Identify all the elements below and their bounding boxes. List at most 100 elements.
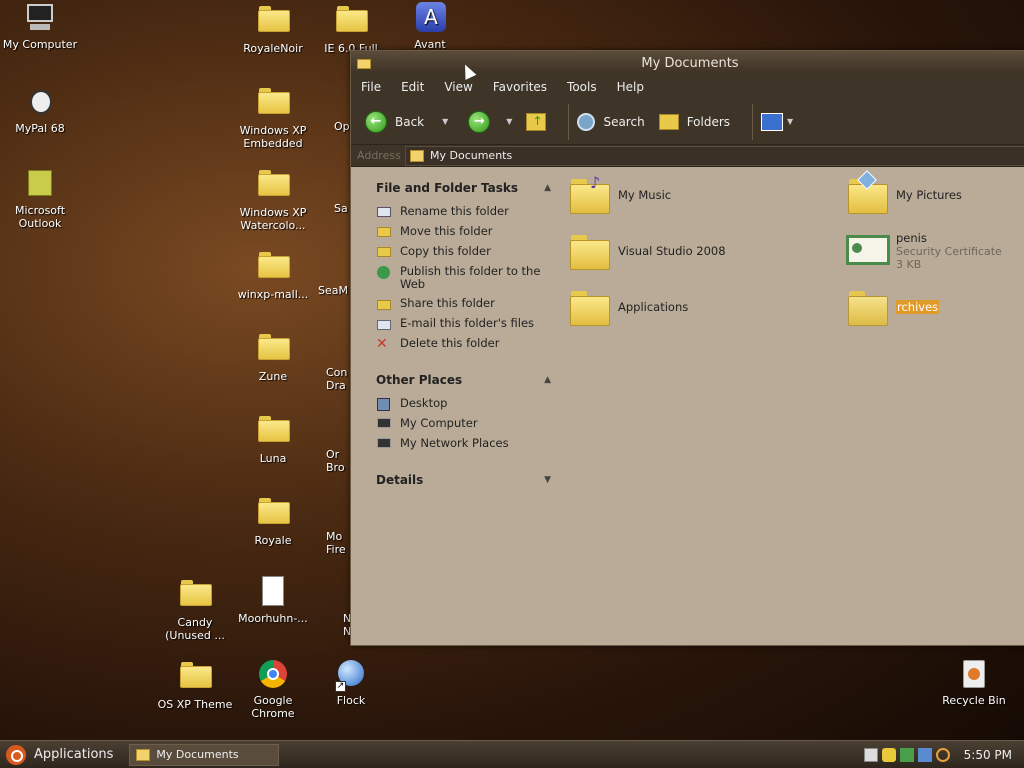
desktop-icon-xp-embedded[interactable]: Windows XP Embedded (235, 84, 311, 150)
music-folder-icon: ♪ (568, 173, 612, 217)
desktop-icon-luna[interactable]: Luna (235, 412, 311, 465)
forward-button[interactable]: → ▼ (462, 110, 512, 133)
back-dropdown-icon[interactable]: ▼ (442, 117, 448, 126)
up-folder-icon: ↑ (526, 112, 547, 131)
file-item-visual-studio[interactable]: Visual Studio 2008 (568, 229, 726, 273)
desktop-icon-outlook[interactable]: Microsoft Outlook (2, 168, 78, 230)
recycle-bin-icon (958, 658, 990, 690)
explorer-window[interactable]: My Documents File Edit View Favorites To… (350, 50, 1024, 646)
shield-icon[interactable] (881, 747, 896, 762)
views-button[interactable]: ▼ (761, 112, 793, 131)
update-icon[interactable] (899, 747, 914, 762)
window-titlebar[interactable]: My Documents (351, 51, 1024, 75)
views-dropdown-icon[interactable]: ▼ (787, 117, 793, 126)
applications-menu-button[interactable]: Applications (0, 741, 113, 768)
desktop-icon-flock[interactable]: ↗ Flock (313, 658, 389, 707)
task-share-folder[interactable]: Share this folder (376, 297, 551, 311)
other-places: Other Places ▲ Desktop My Computer My Ne… (376, 373, 551, 451)
toolbar-separator (752, 103, 754, 140)
desktop-icon-winxp-mall[interactable]: winxp-mall... (235, 248, 311, 301)
desktop-icon-royalenoir[interactable]: RoyaleNoir (235, 2, 311, 55)
desktop-icon-avant[interactable]: A Avant (392, 2, 468, 51)
email-icon (376, 317, 392, 331)
toolbar: ← Back ▼ → ▼ ↑ Search Folders ▼ (351, 99, 1024, 145)
menu-view[interactable]: View (444, 80, 472, 94)
address-bar: Address My Documents (351, 145, 1024, 167)
desktop-icon-chrome[interactable]: Google Chrome (235, 658, 311, 720)
place-network[interactable]: My Network Places (376, 437, 551, 451)
desktop-icon-osxp[interactable]: OS XP Theme (157, 658, 233, 711)
menu-edit[interactable]: Edit (401, 80, 424, 94)
desktop-icon (376, 397, 392, 411)
folders-button[interactable]: Folders (658, 113, 730, 130)
certificate-icon (846, 229, 890, 273)
folder-icon (257, 6, 290, 38)
search-icon (577, 112, 596, 131)
desktop-icon-recycle-bin[interactable]: Recycle Bin (936, 658, 1012, 707)
file-item-archives[interactable]: rchives (846, 285, 940, 329)
forward-dropdown-icon[interactable]: ▼ (506, 117, 512, 126)
desktop-icon-candy[interactable]: Candy (Unused ... (157, 576, 233, 642)
expand-icon[interactable]: ▼ (544, 475, 551, 485)
file-item-my-music[interactable]: ♪ My Music (568, 173, 671, 217)
search-icon[interactable] (935, 747, 950, 762)
back-arrow-icon: ← (365, 110, 387, 133)
forward-arrow-icon: → (468, 110, 491, 133)
back-button[interactable]: ← Back ▼ (365, 110, 448, 133)
file-item-my-pictures[interactable]: My Pictures (846, 170, 962, 217)
up-folder-button[interactable]: ↑ (526, 112, 547, 131)
folder-icon (179, 580, 212, 612)
task-delete-folder[interactable]: ✕ Delete this folder (376, 337, 551, 352)
outlook-icon (24, 168, 56, 200)
copy-icon (376, 245, 392, 259)
task-rename-folder[interactable]: Rename this folder (376, 205, 551, 219)
folder-icon (410, 149, 424, 162)
folder-icon (257, 170, 290, 202)
desktop-icon-royale[interactable]: Royale (235, 494, 311, 547)
taskbar-window-my-documents[interactable]: My Documents (129, 743, 280, 766)
rename-field[interactable]: rchives (896, 300, 940, 314)
ubuntu-logo-icon (6, 744, 26, 765)
menu-help[interactable]: Help (617, 80, 644, 94)
desktop-icon-mypal[interactable]: MyPal 68 (2, 86, 78, 135)
network-icon (376, 437, 392, 451)
desktop-icon-xp-watercolor[interactable]: Windows XP Watercolo... (235, 166, 311, 232)
battery-icon[interactable] (863, 747, 878, 762)
task-publish-folder[interactable]: Publish this folder to the Web (376, 265, 551, 291)
desktop-icon-moorhuhn[interactable]: Moorhuhn-... (235, 576, 311, 625)
place-desktop[interactable]: Desktop (376, 397, 551, 411)
address-label: Address (357, 149, 401, 162)
desktop-icon-ie6[interactable]: IE 6.0 Full (313, 2, 389, 55)
file-item-applications[interactable]: Applications (568, 285, 688, 329)
document-icon (257, 576, 289, 608)
system-tray: 5:50 PM (860, 747, 1024, 762)
folders-icon (658, 113, 679, 130)
move-icon (376, 225, 392, 239)
folder-icon (335, 6, 368, 38)
task-email-files[interactable]: E-mail this folder's files (376, 317, 551, 331)
menu-favorites[interactable]: Favorites (493, 80, 547, 94)
folder-icon (257, 498, 290, 530)
desktop-icon-zune[interactable]: Zune (235, 330, 311, 383)
desktop-icon-my-computer[interactable]: My Computer (2, 2, 78, 51)
file-item-certificate[interactable]: penis Security Certificate 3 KB (846, 229, 1002, 273)
views-grid-icon (761, 112, 784, 131)
taskbar: Applications My Documents 5:50 PM (0, 740, 1024, 768)
collapse-icon[interactable]: ▲ (544, 183, 551, 193)
folder-icon (257, 252, 290, 284)
clock[interactable]: 5:50 PM (964, 748, 1012, 762)
menu-tools[interactable]: Tools (567, 80, 597, 94)
address-field[interactable]: My Documents (405, 145, 1024, 166)
collapse-icon[interactable]: ▲ (544, 375, 551, 385)
search-button[interactable]: Search (577, 112, 645, 131)
network-icon[interactable] (917, 747, 932, 762)
menu-file[interactable]: File (361, 80, 381, 94)
folder-icon (568, 285, 612, 329)
task-move-folder[interactable]: Move this folder (376, 225, 551, 239)
place-my-computer[interactable]: My Computer (376, 417, 551, 431)
task-copy-folder[interactable]: Copy this folder (376, 245, 551, 259)
other-places-header[interactable]: Other Places ▲ (376, 373, 551, 387)
folder-icon (568, 229, 612, 273)
file-folder-tasks-header[interactable]: File and Folder Tasks ▲ (376, 181, 551, 195)
details-header[interactable]: Details ▼ (376, 473, 551, 487)
